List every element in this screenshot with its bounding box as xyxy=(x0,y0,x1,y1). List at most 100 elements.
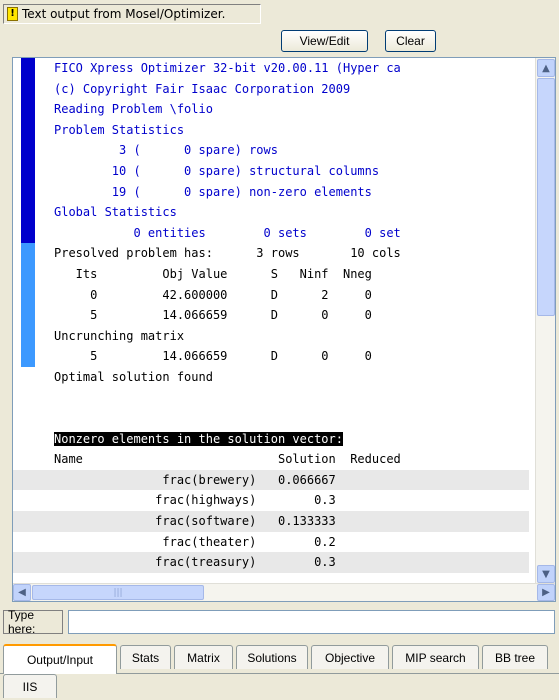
output-line: 0 42.600000 D 2 0 xyxy=(13,284,529,306)
message-marker xyxy=(21,263,35,285)
output-line-text: Optimal solution found xyxy=(54,369,213,384)
output-line: 10 ( 0 spare) structural columns xyxy=(13,160,529,182)
info-icon: ! xyxy=(7,7,18,21)
header-text: Text output from Mosel/Optimizer. xyxy=(22,7,226,21)
output-line: Problem Statistics xyxy=(13,119,529,141)
output-line-text: frac(treasury) 0.3 xyxy=(54,555,336,570)
output-line-text: 19 ( 0 spare) non-zero elements xyxy=(54,184,372,199)
output-line-text: frac(brewery) 0.066667 xyxy=(54,472,336,487)
output-line-text: frac(software) 0.133333 xyxy=(54,514,336,529)
message-marker xyxy=(21,470,35,491)
message-marker xyxy=(21,552,35,573)
output-line: Uncrunching matrix xyxy=(13,325,529,347)
output-line-text: 0 42.600000 D 2 0 xyxy=(54,287,372,302)
output-line xyxy=(13,408,529,429)
output-line: 0 entities 0 sets 0 set xyxy=(13,222,529,244)
output-line: 19 ( 0 spare) non-zero elements xyxy=(13,181,529,203)
output-line-text: 5 14.066659 D 0 0 xyxy=(54,349,372,364)
output-line: Reading Problem \folio xyxy=(13,99,529,120)
output-line-text: 10 ( 0 spare) structural columns xyxy=(54,163,380,178)
type-here-label: Type here: xyxy=(3,608,63,636)
message-marker xyxy=(21,243,35,264)
tab-iis[interactable]: IIS xyxy=(3,674,57,698)
scroll-down-arrow-icon[interactable]: ▼ xyxy=(537,565,555,583)
output-line-text: 0 entities 0 sets 0 set xyxy=(54,225,401,240)
output-line: Its Obj Value S Ninf Nneg xyxy=(13,263,529,285)
message-marker xyxy=(21,181,35,203)
message-marker xyxy=(21,449,35,470)
horizontal-scrollbar[interactable]: ◀ ||| ▶ xyxy=(13,583,555,601)
message-marker xyxy=(21,284,35,306)
output-line: Nonzero elements in the solution vector: xyxy=(13,429,529,450)
scroll-right-arrow-icon[interactable]: ▶ xyxy=(537,584,555,601)
tab-matrix[interactable]: Matrix xyxy=(174,645,233,669)
output-panel[interactable]: FICO Xpress Optimizer 32-bit v20.00.11 (… xyxy=(12,57,556,602)
command-input[interactable] xyxy=(68,610,555,634)
message-marker xyxy=(21,140,35,161)
scroll-left-arrow-icon[interactable]: ◀ xyxy=(13,584,31,601)
output-line xyxy=(13,388,529,409)
output-line: frac(treasury) 0.3 xyxy=(13,552,529,573)
output-toolbar: ! Text output from Mosel/Optimizer. View… xyxy=(0,0,559,56)
output-line-text: 3 ( 0 spare) rows xyxy=(54,143,278,158)
message-marker xyxy=(21,305,35,326)
tab-solutions[interactable]: Solutions xyxy=(236,645,308,669)
message-marker xyxy=(21,532,35,553)
output-line-text: frac(theater) 0.2 xyxy=(54,534,336,549)
message-marker xyxy=(21,325,35,347)
tab-stats[interactable]: Stats xyxy=(120,645,171,669)
view-edit-button[interactable]: View/Edit xyxy=(281,30,368,52)
output-line-text: frac(highways) 0.3 xyxy=(54,493,336,508)
output-line-text: Its Obj Value S Ninf Nneg xyxy=(54,266,372,281)
output-text-area[interactable]: FICO Xpress Optimizer 32-bit v20.00.11 (… xyxy=(13,58,529,584)
message-marker xyxy=(21,388,35,409)
output-line-text: Problem Statistics xyxy=(54,122,185,137)
tab-objective[interactable]: Objective xyxy=(311,645,389,669)
output-line-text: (c) Copyright Fair Isaac Corporation 200… xyxy=(54,81,351,96)
output-line-text: Presolved problem has: 3 rows 10 cols xyxy=(54,246,401,261)
message-marker xyxy=(21,222,35,244)
message-marker xyxy=(21,99,35,120)
tab-output-input[interactable]: Output/Input xyxy=(3,644,117,674)
output-line: 3 ( 0 spare) rows xyxy=(13,140,529,161)
output-line: Presolved problem has: 3 rows 10 cols xyxy=(13,243,529,264)
clear-button[interactable]: Clear xyxy=(385,30,436,52)
vertical-scrollbar[interactable]: ▲ ▼ xyxy=(535,58,555,584)
output-header-label: ! Text output from Mosel/Optimizer. xyxy=(3,4,261,24)
output-line: frac(theater) 0.2 xyxy=(13,532,529,553)
output-line: frac(brewery) 0.066667 xyxy=(13,469,529,491)
output-line-text: Global Statistics xyxy=(54,205,177,220)
output-line: frac(software) 0.133333 xyxy=(13,511,529,532)
output-line: (c) Copyright Fair Isaac Corporation 200… xyxy=(13,78,529,100)
output-line: 5 14.066659 D 0 0 xyxy=(13,346,529,367)
vertical-scroll-thumb[interactable] xyxy=(537,78,555,316)
tab-mip-search[interactable]: MIP search xyxy=(392,645,479,669)
output-line-text: FICO Xpress Optimizer 32-bit v20.00.11 (… xyxy=(54,61,401,75)
command-input-row: Type here: xyxy=(0,608,559,636)
scroll-up-arrow-icon[interactable]: ▲ xyxy=(537,59,555,77)
output-line: 5 14.066659 D 0 0 xyxy=(13,305,529,326)
tab-bar: Output/Input Stats Matrix Solutions Obje… xyxy=(0,644,559,700)
output-line-text: Reading Problem \folio xyxy=(54,102,213,117)
message-marker xyxy=(21,202,35,223)
message-marker xyxy=(21,511,35,532)
message-marker xyxy=(21,346,35,367)
message-marker xyxy=(21,58,35,79)
output-line: Optimal solution found xyxy=(13,367,529,388)
output-line-text: Uncrunching matrix xyxy=(54,328,185,343)
output-line: Global Statistics xyxy=(13,202,529,223)
message-marker xyxy=(21,367,35,388)
message-marker xyxy=(21,160,35,182)
output-line: Name Solution Reduced xyxy=(13,449,529,470)
message-marker xyxy=(21,78,35,100)
output-line-text: Nonzero elements in the solution vector: xyxy=(54,431,343,446)
output-line: FICO Xpress Optimizer 32-bit v20.00.11 (… xyxy=(13,58,529,79)
output-line-text: Name Solution Reduced xyxy=(54,452,401,467)
output-line: frac(highways) 0.3 xyxy=(13,490,529,511)
message-marker xyxy=(21,408,35,429)
output-line-text: 5 14.066659 D 0 0 xyxy=(54,308,372,323)
message-marker xyxy=(21,490,35,511)
horizontal-scroll-thumb[interactable]: ||| xyxy=(32,585,204,600)
message-marker xyxy=(21,429,35,450)
tab-bb-tree[interactable]: BB tree xyxy=(482,645,548,669)
